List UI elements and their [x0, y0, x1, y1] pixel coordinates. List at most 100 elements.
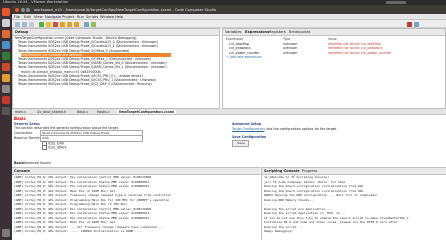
- scripting-tabstrip: Scripting Console Progress: [262, 168, 446, 175]
- close-window-icon[interactable]: [15, 7, 19, 12]
- console-line: [ARM] Cortex_M4_0: GEL Output: Programmi…: [14, 202, 128, 206]
- console-line: [ARM] Cortex_M4_0: GEL Output: PLL Calib…: [14, 211, 150, 215]
- tab-variables[interactable]: Variables: [225, 30, 241, 34]
- column-header-expression[interactable]: Expression: [226, 37, 243, 41]
- system-title: Ubuntu 16.04 - VMware Workstation: [3, 0, 69, 5]
- scripting-line: Running the script ...: [264, 224, 304, 229]
- menu-view[interactable]: View: [34, 15, 43, 19]
- resume-icon[interactable]: [39, 21, 44, 27]
- save-icon[interactable]: [22, 21, 27, 27]
- console-line: [ARM] Cortex_M4_0: GEL Output: --- All f…: [14, 224, 164, 229]
- console-line: [ARM] Cortex_M4_0: GEL Output: Main PLL …: [14, 188, 116, 193]
- main-toolbar: [12, 20, 446, 28]
- menu-project[interactable]: Project: [62, 15, 74, 19]
- debug-icon[interactable]: [84, 21, 89, 27]
- bottom-tab-source[interactable]: Source: [40, 161, 51, 165]
- tab-registers[interactable]: Registers: [269, 30, 286, 34]
- editor-tab[interactable]: i2c_bbuf_shared.h: [37, 110, 66, 114]
- menu-scripts[interactable]: Scripts: [86, 15, 98, 19]
- console-line: [ARM] Cortex_M4_0: GEL Output: Main PLL …: [14, 220, 116, 224]
- column-header-type[interactable]: Type: [283, 37, 290, 41]
- menu-run[interactable]: Run: [77, 15, 84, 19]
- trash-icon[interactable]: [2, 229, 10, 237]
- tab-breakpoints[interactable]: Breakpoints: [289, 30, 310, 34]
- expression-name[interactable]: cur_phaseacs: [229, 46, 251, 50]
- editor-tab[interactable]: main.c: [15, 110, 26, 114]
- console-line: [ARM] Cortex_M4_0: GEL Output: PLL Calib…: [14, 175, 152, 179]
- suspend-icon[interactable]: [46, 21, 51, 27]
- column-header-value[interactable]: Value: [328, 37, 337, 41]
- maximize-window-icon[interactable]: [26, 7, 30, 12]
- window-titlebar: workspace_v10 - /home/user/ti/targetConf…: [12, 5, 446, 14]
- target-configuration-link[interactable]: Target Configuration: [232, 127, 265, 131]
- ccs-icon[interactable]: [2, 96, 10, 104]
- dash-icon[interactable]: [2, 8, 10, 16]
- minimize-window-icon[interactable]: [20, 7, 25, 12]
- menu-navigate[interactable]: Navigate: [45, 15, 61, 19]
- console-line: [ARM] Cortex_M4_0: GEL Output: PLL Calib…: [14, 206, 152, 211]
- save-configuration-heading: Save Configuration: [232, 135, 267, 139]
- expression-name[interactable]: cur_bootflag: [229, 42, 249, 46]
- tab-debug[interactable]: Debug: [15, 30, 28, 34]
- tab-expressions[interactable]: Expressions: [245, 30, 269, 34]
- console-tabstrip: Console: [12, 168, 260, 175]
- editor-tab[interactable]: Hooks.c: [97, 110, 110, 114]
- editor-tab-active[interactable]: NewTargetConfiguration.ccxml: [117, 110, 177, 115]
- console-line: [ARM] Cortex_M4_0: GEL Output: Programmi…: [14, 197, 170, 202]
- expression-value: Identifier not found: cur_phaseacs: [328, 46, 383, 50]
- menu-help[interactable]: Help: [115, 15, 123, 19]
- system-tray[interactable]: [386, 1, 406, 4]
- expression-value: Identifier not found: cur_power_counter: [328, 50, 392, 55]
- scripting-line: Happy Debugging!: [264, 229, 293, 233]
- expression-value: Identifier not found: cur_bootflag: [328, 41, 381, 46]
- terminal-icon[interactable]: [2, 107, 10, 115]
- editor-tab[interactable]: Basic.c: [77, 110, 88, 114]
- variables-tabstrip: Variables Expressions Registers Breakpoi…: [223, 29, 445, 36]
- expression-name[interactable]: cur_power_counter: [229, 51, 259, 55]
- files-icon[interactable]: [2, 19, 10, 27]
- bottom-tab-advanced[interactable]: Advanced: [23, 161, 39, 165]
- step-return-icon[interactable]: [74, 21, 79, 27]
- console-line: [ARM] Cortex_M4_0: GEL Output: PLL Calib…: [14, 215, 150, 220]
- console-line: [ARM] Cortex_M4_0: GEL Output: Frequency…: [14, 193, 172, 197]
- console-line: [ARM] Cortex_M4_0: GEL Output: PLL Calib…: [14, 184, 150, 188]
- impress-icon[interactable]: [2, 63, 10, 71]
- board-option[interactable]: ICSS_IDKEV: [42, 145, 67, 150]
- scripting-console-view: Scripting Console Progress Js:>Welcome t…: [261, 167, 446, 240]
- scripting-line: Running the board configuration initiali…: [264, 188, 364, 193]
- scripting-line: DDRSS Running the DDR configuration ... …: [264, 193, 378, 197]
- console-line: [ARM] Cortex_M4_0: GEL Output: PLL Calib…: [14, 179, 150, 184]
- debug-view: Debug NewTargetConfiguration.ccxml [Code…: [12, 28, 220, 109]
- tab-progress[interactable]: Progress: [302, 169, 317, 173]
- window-title: workspace_v10 - /home/user/ti/targetConf…: [34, 7, 216, 12]
- print-icon[interactable]: [29, 21, 34, 27]
- add-expression-link[interactable]: + Add new expression: [226, 55, 262, 59]
- menu-edit[interactable]: Edit: [24, 15, 31, 19]
- settings-icon[interactable]: [2, 85, 10, 93]
- office-icon[interactable]: [2, 41, 10, 49]
- save-button[interactable]: Save: [232, 140, 249, 147]
- tab-scripting-console[interactable]: Scripting Console: [264, 169, 300, 173]
- debug-tree-item[interactable]: Texas Instruments XDS2xx USB Debug Probe…: [18, 82, 152, 86]
- add-expression-label: Add new expression: [229, 55, 262, 59]
- scripting-line: ...: [264, 202, 270, 206]
- connection-label: Connection: [14, 131, 33, 135]
- software-center-icon[interactable]: [2, 74, 10, 82]
- board-option-label: ICSS_IDKEV: [48, 145, 67, 150]
- menu-window[interactable]: Window: [100, 15, 114, 19]
- firefox-icon[interactable]: [2, 30, 10, 38]
- checkbox-icon: [42, 145, 47, 150]
- step-into-icon[interactable]: [60, 21, 65, 27]
- run-icon[interactable]: [91, 21, 96, 27]
- ccs-perspective-icon[interactable]: [407, 21, 412, 27]
- menu-file[interactable]: File: [14, 15, 20, 19]
- step-over-icon[interactable]: [67, 21, 72, 27]
- terminate-icon[interactable]: [53, 21, 58, 27]
- scripting-line: If you do not use this file to enable th…: [264, 215, 411, 220]
- debug-perspective-icon[interactable]: [414, 21, 419, 27]
- tab-console[interactable]: Console: [14, 169, 30, 173]
- expression-type: unknown: [283, 50, 298, 55]
- new-icon[interactable]: [15, 21, 20, 27]
- expressions-view: Variables Expressions Registers Breakpoi…: [222, 28, 446, 109]
- calc-icon[interactable]: [2, 52, 10, 60]
